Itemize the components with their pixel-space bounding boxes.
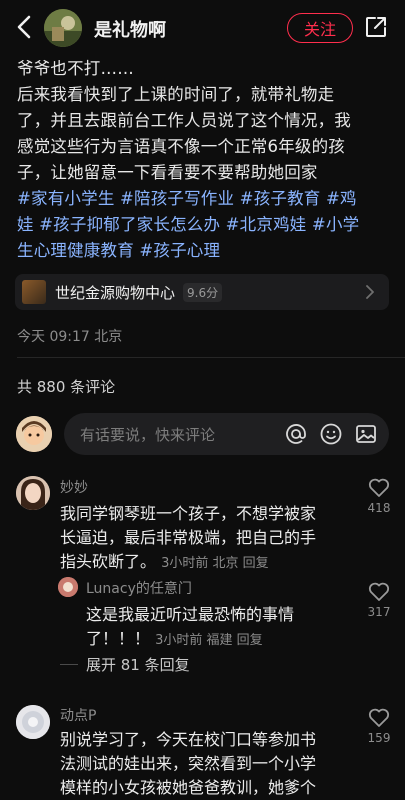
post-line: 爷爷也不打……: [17, 59, 134, 78]
back-icon[interactable]: [14, 14, 36, 40]
like-count: 317: [367, 605, 391, 619]
location-thumbnail: [22, 280, 46, 304]
reply-text: 这是我最近听过最恐怖的事情 了！！！ 3小时前 福建 回复: [86, 603, 356, 653]
author-avatar[interactable]: [44, 9, 82, 47]
post-tag-line: #家有小学生 #陪孩子写作业 #孩子教育 #鸡: [17, 186, 395, 212]
post-line: 子，让她留意一下看看要不要帮助她回家: [17, 163, 318, 182]
location-card[interactable]: 世纪金源购物中心 9.6分: [15, 274, 389, 310]
chevron-right-icon: [366, 285, 374, 299]
commenter-avatar[interactable]: [16, 476, 50, 510]
replier-avatar[interactable]: [58, 577, 78, 597]
author-name[interactable]: 是礼物啊: [94, 16, 166, 42]
at-icon[interactable]: [284, 422, 308, 446]
hashtag[interactable]: #孩子抑郁了家长怎么办: [39, 215, 220, 234]
post-body: 爷爷也不打…… 后来我看快到了上课的时间了，就带礼物走 了，并且去跟前台工作人员…: [17, 56, 395, 264]
post-tag-line: 生心理健康教育 #孩子心理: [17, 238, 395, 264]
hashtag[interactable]: #孩子教育: [240, 189, 321, 208]
reply-line-text: 了！！！: [86, 629, 151, 648]
comment-line: 模样的小女孩被她爸爸教训，她爹个: [60, 778, 317, 797]
comment-line: 别说学习了，今天在校门口等参加书: [60, 730, 317, 749]
heart-icon: [368, 582, 390, 601]
reply-line: 了！！！ 3小时前 福建 回复: [86, 627, 356, 653]
comment-meta[interactable]: 3小时前 北京 回复: [161, 556, 269, 571]
like-count: 418: [367, 501, 391, 515]
replier-name[interactable]: Lunacy的任意门: [86, 578, 192, 598]
hashtag[interactable]: #北京鸡娃: [226, 215, 307, 234]
expand-divider: [60, 664, 78, 665]
post-line: 了，并且去跟前台工作人员说了这个情况，我: [17, 111, 351, 130]
image-icon[interactable]: [354, 422, 378, 446]
follow-button[interactable]: 关注: [287, 13, 353, 43]
emoji-icon[interactable]: [319, 422, 343, 446]
post-time: 今天 09:17 北京: [17, 329, 123, 345]
comment-line: 我同学钢琴班一个孩子，不想学被家: [60, 504, 317, 523]
like-count: 159: [367, 731, 391, 745]
comment-line-text: 指头砍断了。: [60, 552, 157, 571]
hashtag[interactable]: #小学: [312, 215, 359, 234]
like-button[interactable]: 317: [365, 582, 393, 619]
heart-icon: [368, 708, 390, 727]
share-icon[interactable]: [364, 15, 388, 39]
hashtag[interactable]: #鸡: [326, 189, 357, 208]
comment-text: 我同学钢琴班一个孩子，不想学被家 长逼迫，最后非常极端，把自己的手 指头砍断了。…: [60, 502, 350, 576]
post-line: 后来我看快到了上课的时间了，就带礼物走: [17, 85, 335, 104]
like-button[interactable]: 418: [365, 478, 393, 515]
location-rating: 9.6分: [183, 282, 223, 302]
commenter-name[interactable]: 妙妙: [60, 477, 88, 497]
post-header: 是礼物啊 关注: [0, 0, 405, 56]
like-button[interactable]: 159: [365, 708, 393, 745]
comment-line: 法测试的娃出来，突然看到一个小学: [60, 754, 317, 773]
commenter-name[interactable]: 动点P: [60, 705, 96, 725]
comment-text: 别说学习了，今天在校门口等参加书 法测试的娃出来，突然看到一个小学 模样的小女孩…: [60, 728, 350, 800]
post-line: 感觉这些行为言语真不像一个正常6年级的孩: [17, 137, 345, 156]
location-name: 世纪金源购物中心: [55, 283, 176, 302]
hashtag[interactable]: 生心理健康教育: [17, 241, 134, 260]
commenter-avatar[interactable]: [16, 705, 50, 739]
divider: [17, 357, 405, 358]
hashtag[interactable]: #孩子心理: [139, 241, 220, 260]
post-tag-line: 娃 #孩子抑郁了家长怎么办 #北京鸡娃 #小学: [17, 212, 395, 238]
heart-icon: [368, 478, 390, 497]
comment-input-placeholder: 有话要说，快来评论: [80, 425, 216, 444]
comment-line: 指头砍断了。 3小时前 北京 回复: [60, 550, 350, 576]
expand-replies-button[interactable]: 展开 81 条回复: [86, 654, 190, 675]
hashtag[interactable]: #家有小学生: [17, 189, 115, 208]
reply-meta[interactable]: 3小时前 福建 回复: [155, 633, 263, 648]
comment-line: 长逼迫，最后非常极端，把自己的手: [60, 528, 317, 547]
hashtag[interactable]: #陪孩子写作业: [120, 189, 234, 208]
comment-count: 共 880 条评论: [17, 378, 116, 396]
reply-line: 这是我最近听过最恐怖的事情: [86, 605, 295, 624]
hashtag[interactable]: 娃: [17, 215, 34, 234]
my-avatar: [16, 416, 52, 452]
comment-input[interactable]: 有话要说，快来评论: [64, 413, 389, 455]
